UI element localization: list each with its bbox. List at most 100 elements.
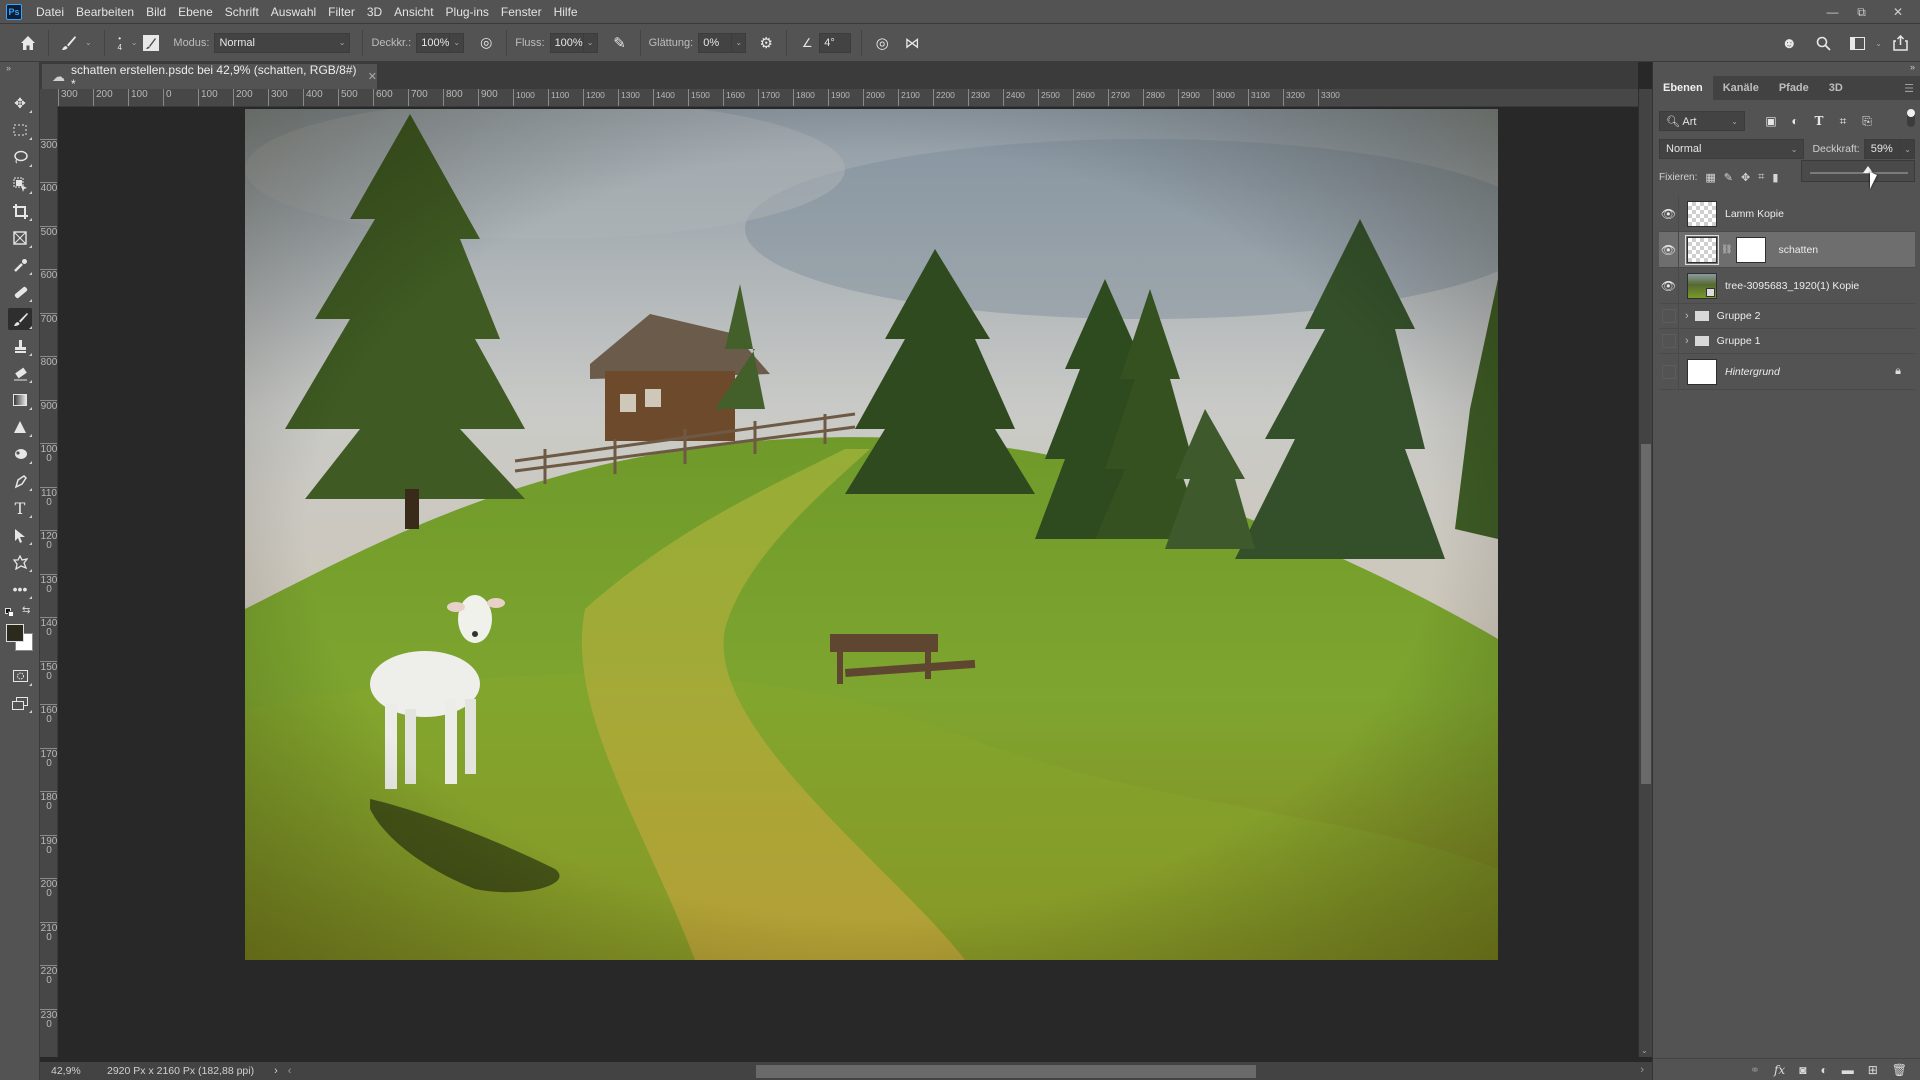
gradient-tool-icon[interactable] xyxy=(8,389,32,411)
filter-pixel-icon[interactable]: ▣ xyxy=(1759,114,1783,129)
path-selection-tool-icon[interactable] xyxy=(8,524,32,546)
eyedropper-tool-icon[interactable] xyxy=(8,254,32,276)
collapse-panels-icon[interactable]: » xyxy=(1910,62,1915,72)
canvas-area[interactable] xyxy=(58,107,1638,1057)
filter-toggle[interactable] xyxy=(1907,109,1915,127)
visibility-toggle-empty[interactable] xyxy=(1659,354,1679,389)
menu-hilfe[interactable]: Hilfe xyxy=(548,0,584,24)
ruler-origin[interactable] xyxy=(40,89,58,107)
lock-pixels-icon[interactable]: ✎ xyxy=(1724,171,1733,184)
layer-schatten[interactable]: 👁︎ ⛓ schatten xyxy=(1659,232,1915,268)
menu-ebene[interactable]: Ebene xyxy=(172,0,219,24)
default-colors-icon[interactable] xyxy=(5,608,14,617)
layer-gruppe-1[interactable]: › Gruppe 1 xyxy=(1659,329,1915,354)
opacity-dropdown[interactable]: ⌄ xyxy=(1901,139,1915,159)
horizontal-scrollbar-thumb[interactable] xyxy=(756,1065,1256,1078)
scroll-right-icon[interactable]: › xyxy=(1640,1064,1644,1076)
status-expand-icon[interactable]: › xyxy=(274,1065,278,1077)
filter-shape-icon[interactable]: ⌗ xyxy=(1831,114,1855,129)
lock-transparency-icon[interactable]: ▦ xyxy=(1705,171,1715,184)
airbrush-icon[interactable]: ✎ xyxy=(608,31,632,55)
minimize-button[interactable]: — xyxy=(1818,0,1847,24)
collapse-toolbar-icon[interactable]: » xyxy=(6,63,11,73)
more-tools-icon[interactable]: ••• xyxy=(8,578,32,600)
pressure-opacity-icon[interactable]: ◎ xyxy=(474,31,498,55)
brush-settings-toggle-icon[interactable] xyxy=(143,34,160,51)
link-layers-icon[interactable]: ⚭ xyxy=(1750,1063,1760,1077)
brush-size-picker[interactable]: • 4 xyxy=(113,34,127,52)
smoothing-input[interactable]: 0% xyxy=(698,32,733,53)
workspace-icon[interactable] xyxy=(1845,31,1869,55)
chevron-down-icon[interactable]: ⌄ xyxy=(1875,39,1882,48)
lasso-tool-icon[interactable] xyxy=(8,146,32,168)
horizontal-ruler[interactable]: 300 200 100 0 100 200 300 400 500 600 700 800 900 100… xyxy=(58,89,1638,107)
filter-adjustment-icon[interactable]: ◐ xyxy=(1783,114,1807,129)
layer-hintergrund[interactable]: Hintergrund 🔒︎ xyxy=(1659,354,1915,390)
document-canvas-image[interactable] xyxy=(245,109,1498,960)
opacity-input[interactable]: 100% xyxy=(416,32,451,53)
marquee-tool-icon[interactable] xyxy=(8,119,32,141)
menu-bild[interactable]: Bild xyxy=(140,0,172,24)
opacity-slider-track[interactable] xyxy=(1810,172,1908,174)
flow-input[interactable]: 100% xyxy=(549,32,584,53)
tab-pfade[interactable]: Pfade xyxy=(1769,76,1819,100)
add-mask-icon[interactable]: ◙ xyxy=(1799,1063,1806,1077)
learn-icon[interactable]: ☻ xyxy=(1777,31,1801,55)
delete-layer-icon[interactable]: 🗑︎ xyxy=(1892,1063,1907,1077)
healing-brush-tool-icon[interactable] xyxy=(8,281,32,303)
horizontal-scrollbar[interactable]: › xyxy=(284,1062,1652,1080)
mode-dropdown[interactable]: Normal ⌄ xyxy=(214,32,351,53)
blend-mode-dropdown[interactable]: Normal ⌄ xyxy=(1659,139,1805,159)
visibility-eye-icon[interactable]: 👁︎ xyxy=(1659,196,1679,231)
chevron-down-icon[interactable]: ⌄ xyxy=(85,38,92,47)
zoom-level[interactable]: 42,9% xyxy=(51,1065,96,1077)
visibility-eye-icon[interactable]: 👁︎ xyxy=(1659,232,1679,267)
lock-all-icon[interactable]: ▮ xyxy=(1772,171,1778,184)
restore-button[interactable]: ⧉ xyxy=(1847,0,1876,24)
tab-kanaele[interactable]: Kanäle xyxy=(1713,76,1769,100)
menu-3d[interactable]: 3D xyxy=(361,0,388,24)
opacity-input[interactable]: 59% xyxy=(1863,139,1902,159)
scroll-down-icon[interactable]: ⌄ xyxy=(1641,1046,1648,1055)
smoothing-dropdown[interactable]: ⌄ xyxy=(732,32,747,53)
screen-mode-icon[interactable] xyxy=(8,692,32,714)
vertical-scrollbar-thumb[interactable] xyxy=(1641,444,1651,784)
crop-tool-icon[interactable] xyxy=(8,200,32,222)
pen-tool-icon[interactable] xyxy=(8,470,32,492)
layer-lamm-kopie[interactable]: 👁︎ Lamm Kopie xyxy=(1659,196,1915,232)
tab-3d[interactable]: 3D xyxy=(1819,76,1853,100)
visibility-eye-icon[interactable]: 👁︎ xyxy=(1659,268,1679,303)
search-icon[interactable] xyxy=(1811,31,1835,55)
document-info[interactable]: 2920 Px x 2160 Px (182,88 ppi) xyxy=(107,1065,254,1077)
panel-menu-icon[interactable]: ☰ xyxy=(1904,82,1914,95)
menu-auswahl[interactable]: Auswahl xyxy=(265,0,322,24)
clone-stamp-tool-icon[interactable] xyxy=(8,335,32,357)
object-selection-tool-icon[interactable] xyxy=(8,173,32,195)
brush-preset-icon[interactable] xyxy=(57,31,81,55)
new-group-icon[interactable]: ▬ xyxy=(1842,1063,1854,1077)
gear-icon[interactable]: ⚙ xyxy=(754,31,778,55)
menu-filter[interactable]: Filter xyxy=(322,0,361,24)
menu-schrift[interactable]: Schrift xyxy=(219,0,265,24)
vertical-scrollbar[interactable]: ⌄ xyxy=(1638,89,1652,1057)
tab-ebenen[interactable]: Ebenen xyxy=(1653,76,1713,100)
brush-tool-icon[interactable] xyxy=(8,308,32,330)
quick-mask-icon[interactable] xyxy=(8,665,32,687)
frame-tool-icon[interactable] xyxy=(8,227,32,249)
share-icon[interactable] xyxy=(1888,31,1912,55)
new-layer-icon[interactable]: ⊞ xyxy=(1868,1063,1878,1077)
menu-bearbeiten[interactable]: Bearbeiten xyxy=(70,0,140,24)
angle-input[interactable]: 4° xyxy=(819,32,852,53)
move-tool-icon[interactable]: ✥ xyxy=(8,92,32,114)
menu-fenster[interactable]: Fenster xyxy=(495,0,548,24)
vertical-ruler[interactable]: 2003004005006007008009001000110012001300… xyxy=(40,107,58,1057)
lock-position-icon[interactable]: ✥ xyxy=(1741,171,1750,184)
layer-effects-icon[interactable]: fx xyxy=(1774,1063,1785,1077)
pressure-size-icon[interactable]: ◎ xyxy=(870,31,894,55)
custom-shape-tool-icon[interactable] xyxy=(8,551,32,573)
foreground-color-swatch[interactable] xyxy=(6,624,24,642)
adjustment-layer-icon[interactable]: ◐ xyxy=(1820,1063,1827,1077)
close-button[interactable]: ✕ xyxy=(1876,0,1920,24)
flow-dropdown[interactable]: ⌄ xyxy=(583,32,598,53)
swap-colors-icon[interactable]: ⇆ xyxy=(22,605,30,616)
